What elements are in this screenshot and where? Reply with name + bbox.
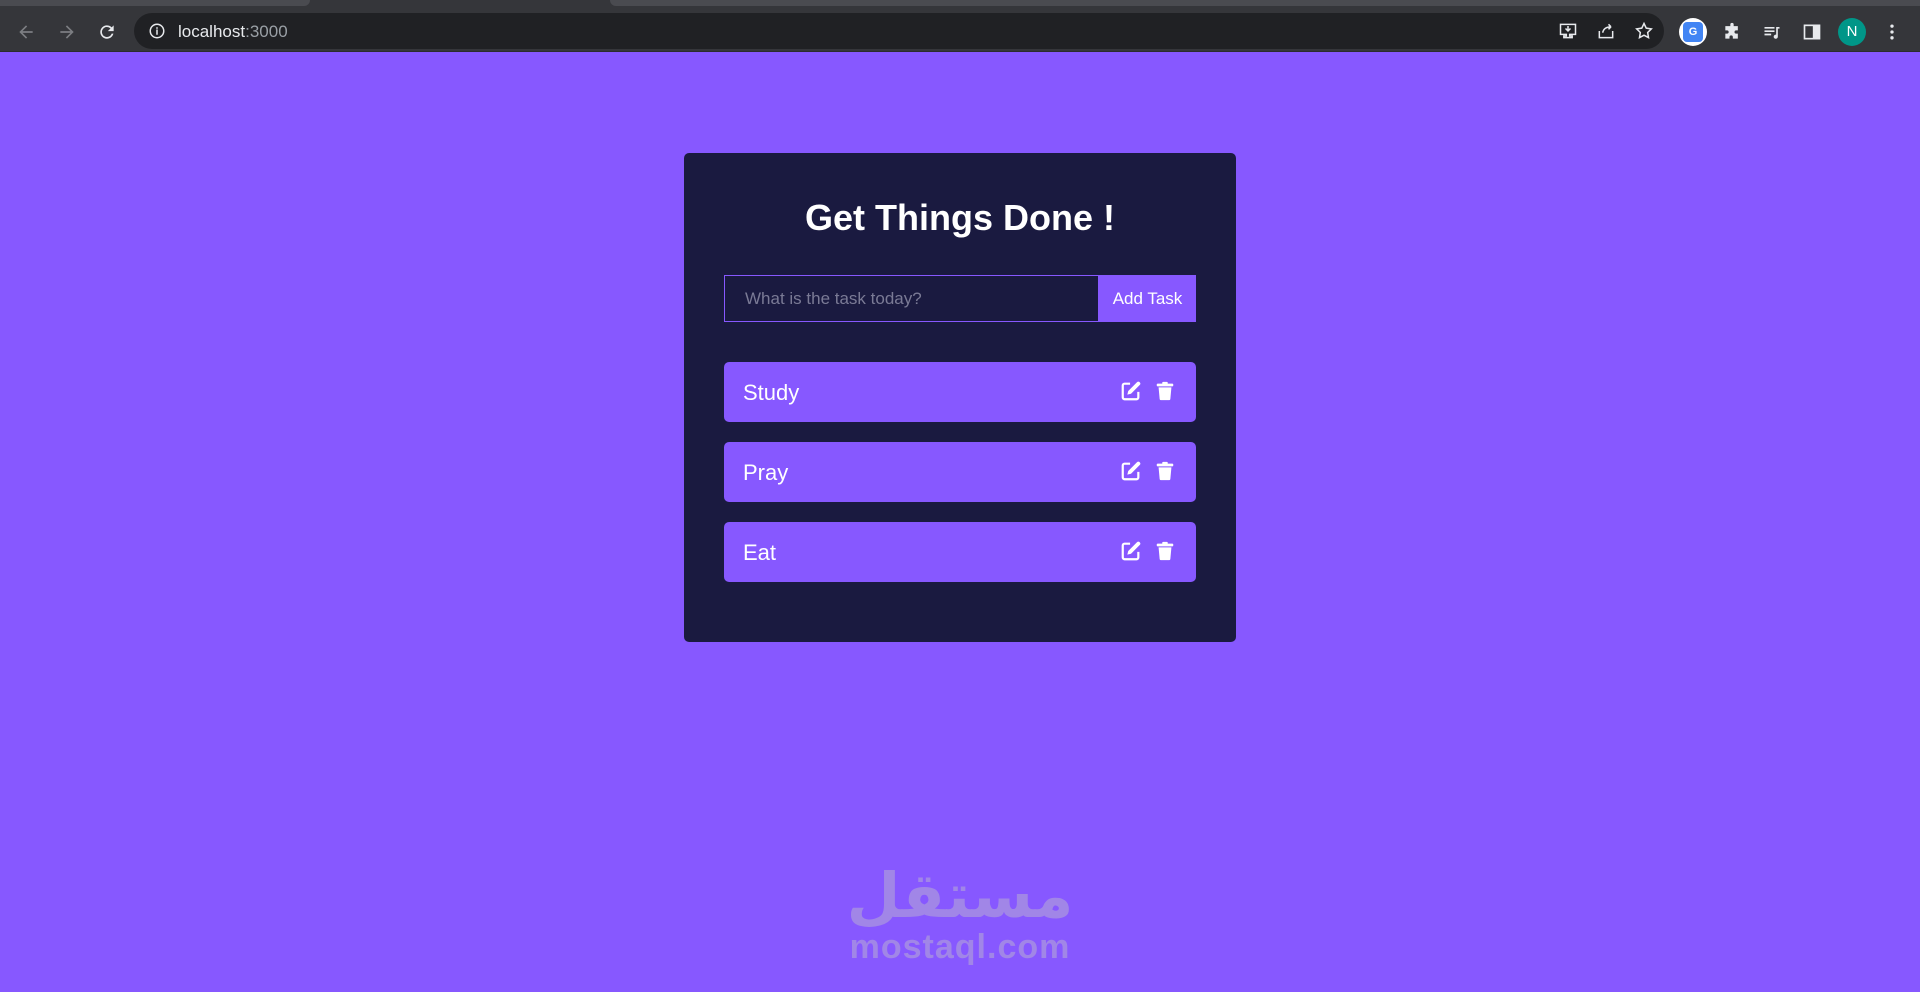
arrow-right-icon (60, 24, 74, 39)
add-task-button[interactable]: Add Task (1099, 275, 1196, 322)
browser-tab-strip-background (610, 0, 1920, 6)
reload-button[interactable] (91, 11, 123, 52)
url-port: :3000 (245, 22, 288, 41)
todo-item: Pray (724, 442, 1196, 502)
trash-icon[interactable] (1154, 540, 1176, 562)
extension-badge: G (1683, 21, 1703, 42)
edit-icon[interactable] (1120, 460, 1142, 482)
install-app-icon[interactable] (1558, 21, 1578, 41)
address-bar[interactable]: localhost:3000 (134, 13, 1664, 49)
side-panel-icon (1803, 24, 1821, 39)
page-title: Get Things Done ! (805, 197, 1115, 238)
watermark-arabic: مستقل (846, 859, 1074, 932)
todo-item: Eat (724, 522, 1196, 582)
mostaql-watermark: مستقل mostaql.com (840, 859, 1080, 966)
media-controls-button[interactable] (1756, 11, 1788, 52)
todo-item-actions (1120, 380, 1176, 402)
profile-button[interactable]: N (1836, 11, 1868, 52)
info-icon[interactable] (148, 22, 166, 40)
side-panel-button[interactable] (1796, 11, 1828, 52)
address-bar-actions (1558, 13, 1654, 49)
watermark-latin: mostaql.com (849, 928, 1071, 966)
todo-item-label[interactable]: Pray (743, 460, 788, 486)
url-host: localhost (178, 22, 246, 41)
google-translate-icon: G (1679, 17, 1707, 46)
task-input[interactable] (724, 275, 1099, 322)
browser-tab-strip (0, 0, 1920, 11)
avatar: N (1838, 17, 1866, 46)
todo-item-label[interactable]: Eat (743, 540, 776, 566)
url-text[interactable]: localhost:3000 (178, 22, 288, 42)
todo-item-actions (1120, 460, 1176, 482)
bookmark-star-icon[interactable] (1634, 21, 1654, 41)
share-icon[interactable] (1596, 21, 1616, 41)
trash-icon[interactable] (1154, 380, 1176, 402)
todo-wrapper: Get Things Done ! Add Task Study Pray Ea… (684, 153, 1236, 642)
trash-icon[interactable] (1154, 460, 1176, 482)
todo-form: Add Task (724, 275, 1196, 322)
puzzle-icon (1725, 22, 1738, 39)
browser-tab[interactable] (0, 0, 310, 6)
todo-item: Study (724, 362, 1196, 422)
translate-extension-button[interactable]: G (1677, 11, 1709, 52)
edit-icon[interactable] (1120, 540, 1142, 562)
edit-icon[interactable] (1120, 380, 1142, 402)
reload-icon (100, 24, 114, 39)
forward-button[interactable] (51, 11, 83, 52)
playlist-icon (1764, 26, 1780, 39)
extensions-button[interactable] (1716, 11, 1748, 52)
todo-item-label[interactable]: Study (743, 380, 799, 406)
todo-item-actions (1120, 540, 1176, 562)
more-vertical-icon (1890, 24, 1894, 39)
browser-menu-button[interactable] (1876, 11, 1908, 52)
browser-toolbar: localhost:3000 G N (0, 11, 1920, 52)
arrow-left-icon (19, 24, 33, 39)
back-button[interactable] (10, 11, 42, 52)
